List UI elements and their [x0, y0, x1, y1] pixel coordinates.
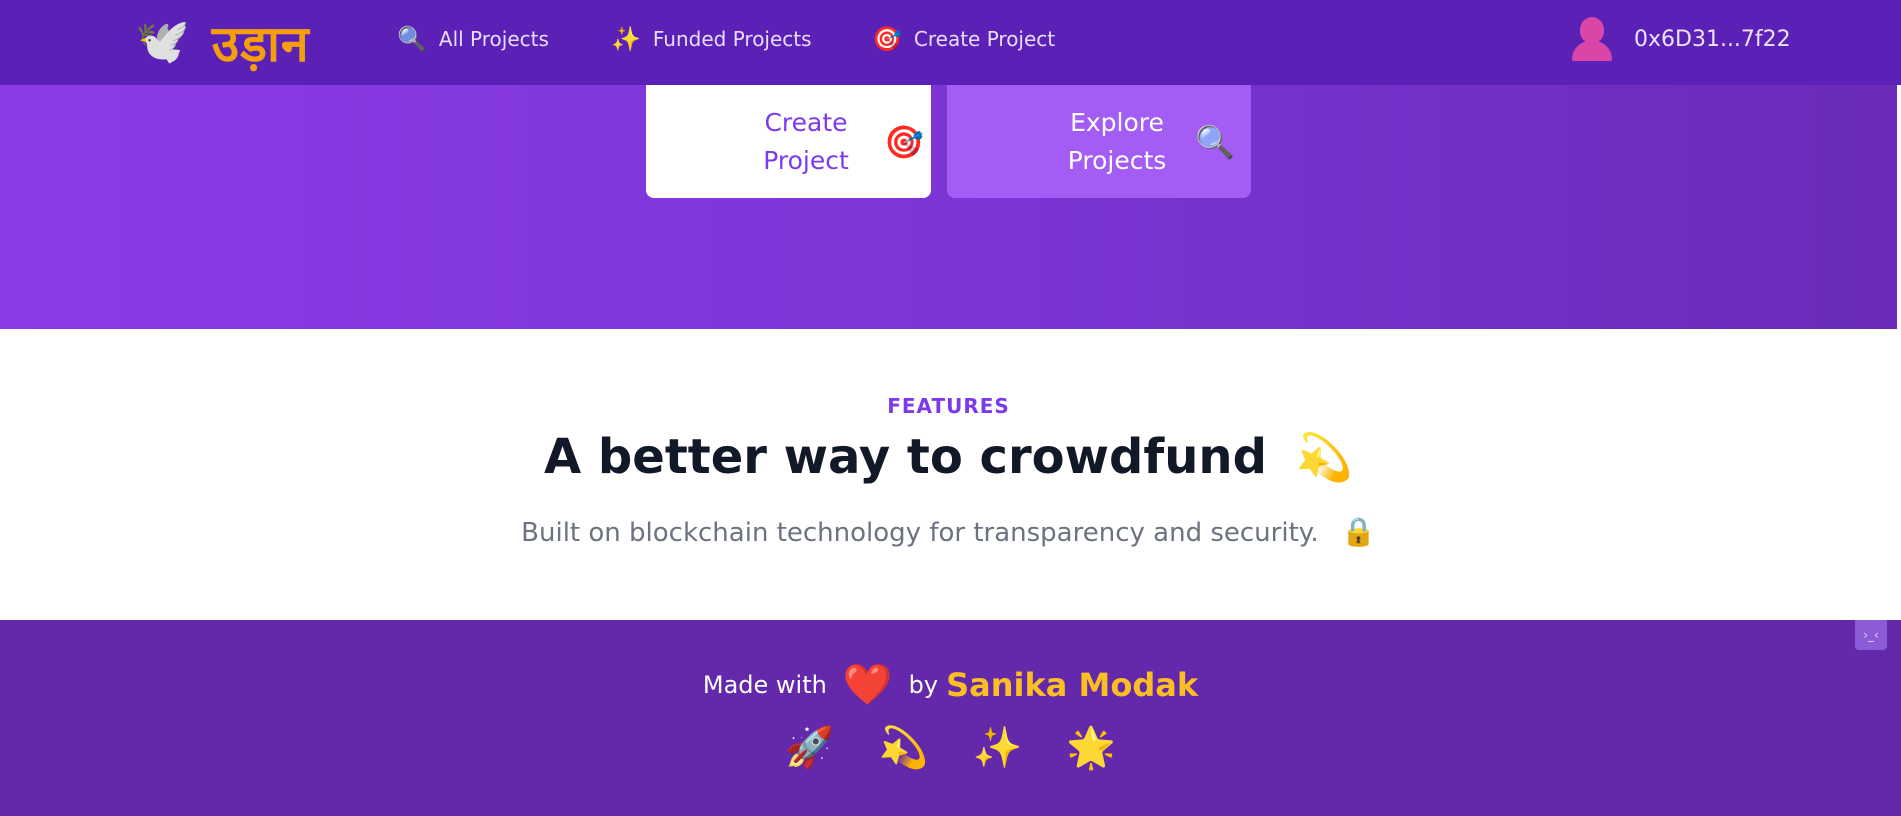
footer-icon-row: 🚀 💫 ✨ 🌟: [0, 728, 1901, 768]
heart-icon: ❤️: [842, 662, 893, 708]
lock-icon: 🔒: [1340, 515, 1376, 548]
nav-link-label: Funded Projects: [652, 27, 812, 51]
hero-section: Create Project 🎯 Explore Projects 🔍: [0, 85, 1897, 329]
explore-button-label-line2: Projects: [1067, 145, 1167, 175]
brand-logo[interactable]: 🕊️ उड़ान: [135, 8, 310, 76]
create-button-label-line2: Project: [763, 145, 849, 175]
target-icon: 🎯: [872, 25, 902, 53]
section-title: A better way to crowdfund 💫: [0, 429, 1897, 485]
nav-link-all-projects[interactable]: 🔍 All Projects: [397, 0, 549, 78]
top-navbar: 🕊️ उड़ान 🔍 All Projects ✨ Funded Project…: [0, 0, 1901, 85]
sparkles-icon: ✨: [611, 25, 641, 53]
section-title-text: A better way to crowdfund: [544, 429, 1267, 485]
footer-credit: Made with ❤️ by Sanika Modak: [0, 665, 1901, 705]
nav-link-create-project[interactable]: 🎯 Create Project: [872, 0, 1055, 78]
features-section: FEATURES A better way to crowdfund 💫 Bui…: [0, 329, 1897, 620]
nav-link-label: All Projects: [438, 27, 549, 51]
create-button-label-line1: Create: [764, 107, 848, 137]
author-name: Sanika Modak: [946, 666, 1199, 704]
nav-link-label: Create Project: [913, 27, 1056, 51]
target-icon: 🎯: [884, 122, 924, 161]
by-text: by: [908, 671, 939, 699]
nav-link-funded-projects[interactable]: ✨ Funded Projects: [611, 0, 812, 78]
wallet-address: 0x6D31...7f22: [1634, 26, 1791, 52]
footer: ›_‹ Made with ❤️ by Sanika Modak 🚀 💫 ✨ 🌟: [0, 620, 1901, 816]
section-subtitle: Built on blockchain technology for trans…: [0, 515, 1897, 548]
dizzy-icon: 💫: [1295, 430, 1353, 484]
terminal-toggle-icon[interactable]: ›_‹: [1855, 620, 1887, 650]
sparkles-icon: ✨: [972, 725, 1023, 771]
dove-icon: 🕊️: [135, 16, 190, 67]
section-eyebrow: FEATURES: [887, 394, 1010, 418]
explore-button-label-line1: Explore: [1070, 107, 1164, 137]
search-icon: 🔍: [397, 25, 427, 53]
user-avatar-icon: [1570, 17, 1614, 61]
section-subtitle-text: Built on blockchain technology for trans…: [521, 518, 1319, 548]
search-icon: 🔍: [1195, 122, 1235, 161]
explore-projects-button[interactable]: Explore Projects 🔍: [947, 85, 1251, 198]
wallet-account-button[interactable]: 0x6D31...7f22: [1570, 0, 1791, 78]
made-with-text: Made with: [702, 671, 827, 699]
create-project-button[interactable]: Create Project 🎯: [646, 85, 931, 198]
brand-name: उड़ान: [211, 15, 310, 73]
dizzy-icon: 💫: [878, 725, 929, 771]
glowing-star-icon: 🌟: [1066, 725, 1117, 771]
rocket-icon: 🚀: [784, 725, 835, 771]
